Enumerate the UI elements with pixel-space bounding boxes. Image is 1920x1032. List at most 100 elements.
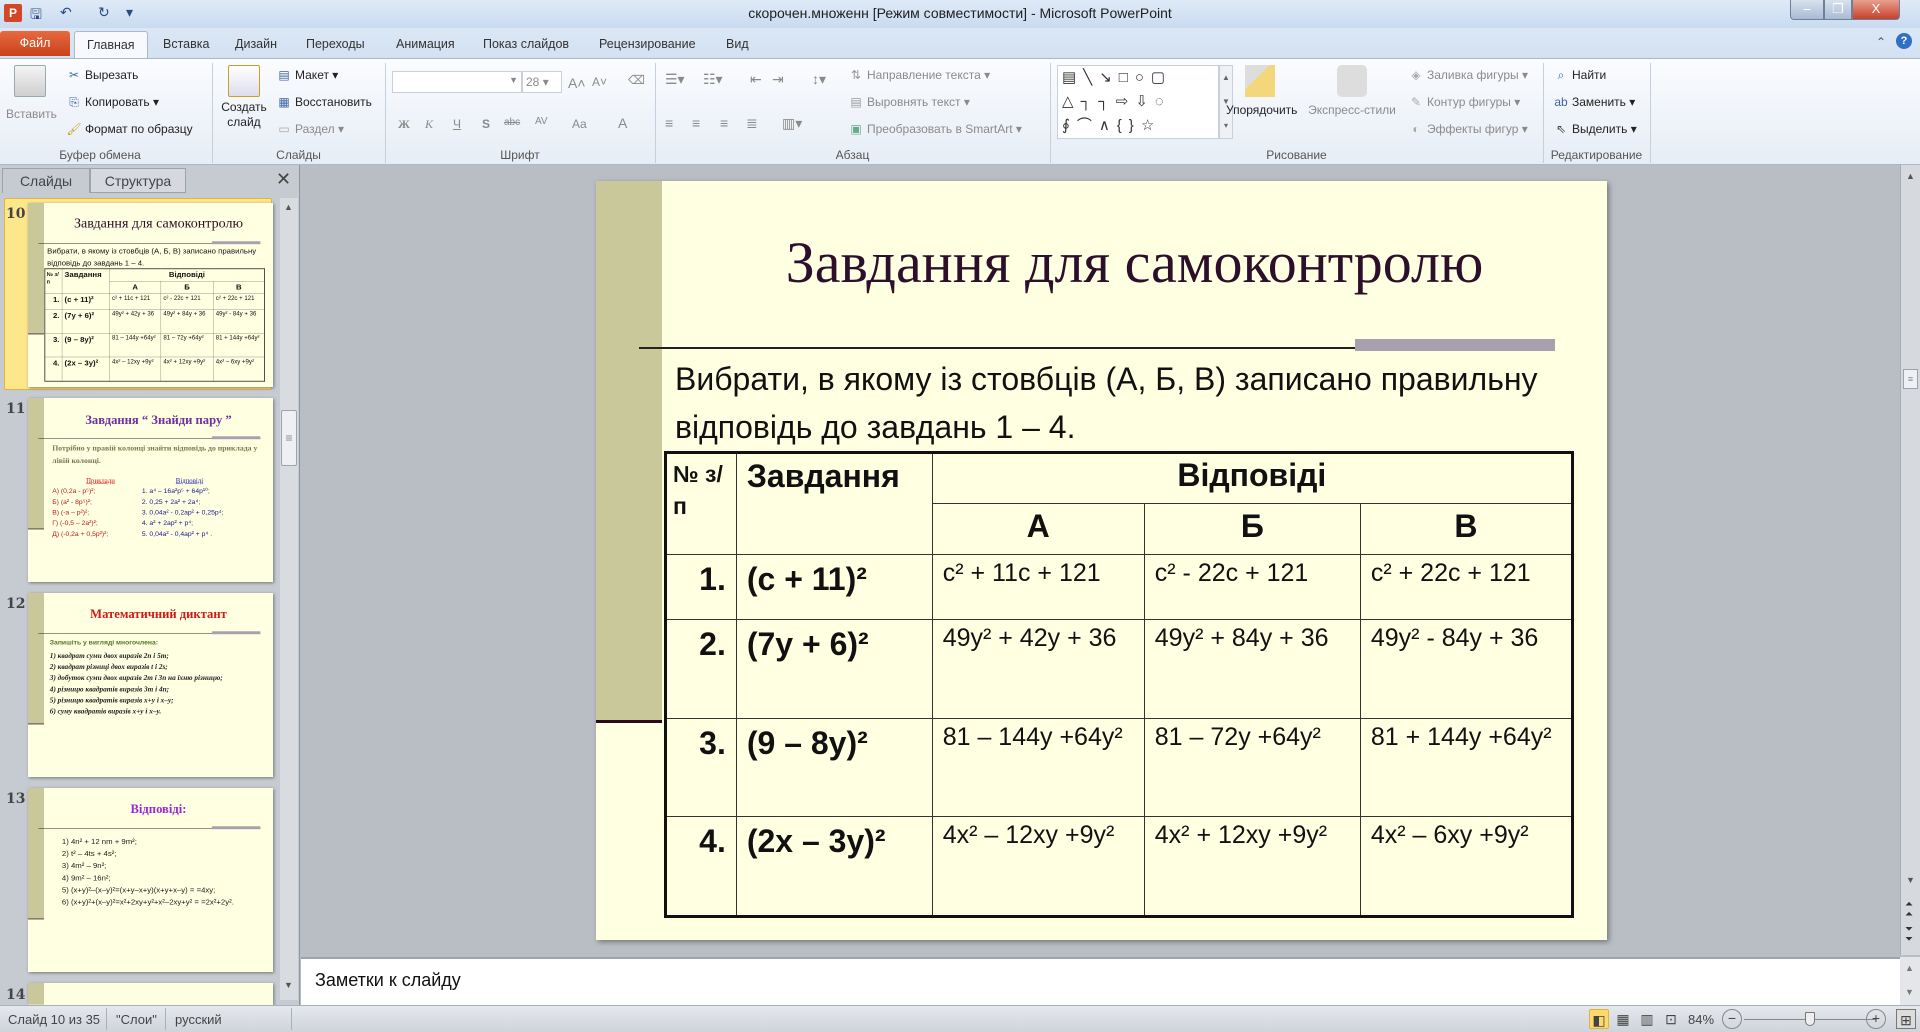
task-expression[interactable]: (c + 11)² — [61, 293, 110, 310]
help-icon[interactable]: ? — [1896, 33, 1912, 49]
shadow-button[interactable]: S — [482, 117, 490, 131]
next-slide-icon[interactable]: ⏷ ⏷ — [1905, 925, 1913, 945]
shapes-gallery[interactable]: ▤╲↘□○▢ △┐┐⇨⇩◌ ∮⌒∧{}☆ — [1057, 65, 1219, 139]
tab-file[interactable]: Файл — [0, 31, 70, 56]
reading-view-icon[interactable]: ▥ — [1637, 1009, 1657, 1029]
font-size-input[interactable]: 28 ▾ — [522, 71, 562, 93]
character-spacing-button[interactable]: AV — [535, 116, 548, 127]
answer-c[interactable]: c² + 22c + 121 — [213, 293, 265, 310]
answer-a[interactable]: c² + 11c + 121 — [109, 293, 161, 310]
scroll-down-icon[interactable]: ▼ — [1906, 875, 1915, 885]
answer-a[interactable]: 4x² – 12xy +9y² — [109, 356, 161, 382]
answer-b[interactable]: 4x² + 12xy +9y² — [160, 356, 214, 382]
find-button[interactable]: ⌕ Найти — [1553, 68, 1607, 83]
bold-button[interactable]: Ж — [398, 117, 410, 132]
decrease-indent-icon[interactable]: ⇤ — [750, 71, 762, 88]
row-number[interactable]: 3. — [665, 718, 737, 817]
fit-to-window-icon[interactable]: ⊞ — [1896, 1009, 1916, 1029]
paste-button[interactable]: Вставить — [6, 65, 57, 121]
bullets-icon[interactable]: ☰▾ — [665, 71, 685, 88]
answer-c[interactable]: 49y² - 84y + 36 — [1359, 619, 1574, 719]
task-expression[interactable]: (2x – 3y)² — [61, 356, 110, 382]
scroll-down-icon[interactable]: ▼ — [1905, 987, 1914, 997]
answer-b[interactable]: 49y² + 84y + 36 — [1143, 619, 1361, 719]
zoom-in-icon[interactable]: + — [1866, 1009, 1886, 1029]
numbering-icon[interactable]: ☷▾ — [703, 71, 723, 88]
task-expression[interactable]: (2x – 3y)² — [735, 816, 933, 917]
shrink-font-button[interactable]: A˅ — [592, 75, 607, 89]
tab-design[interactable]: Дизайн — [223, 31, 289, 58]
scroll-up-icon[interactable]: ▲ — [1906, 171, 1915, 181]
slideshow-icon[interactable]: ⊡ — [1661, 1009, 1681, 1029]
close-pane-button[interactable]: ✕ — [276, 169, 291, 190]
answer-a[interactable]: 81 – 144y +64y² — [109, 333, 161, 358]
zoom-level[interactable]: 84% — [1688, 1012, 1714, 1027]
theme-name[interactable]: "Слои" — [116, 1012, 157, 1027]
align-right-icon[interactable]: ≡ — [720, 115, 728, 131]
italic-button[interactable]: К — [425, 117, 433, 132]
grow-font-button[interactable]: A˄ — [568, 75, 586, 91]
tab-view[interactable]: Вид — [714, 31, 761, 58]
task-expression[interactable]: (7y + 6)² — [735, 619, 933, 719]
row-number[interactable]: 4. — [665, 816, 737, 917]
new-slide-button[interactable]: Создать слайд — [220, 65, 268, 130]
language[interactable]: русский — [175, 1012, 222, 1027]
answer-c[interactable]: c² + 22c + 121 — [1359, 554, 1574, 620]
zoom-out-icon[interactable]: − — [1722, 1009, 1742, 1029]
row-number[interactable]: 1. — [44, 293, 63, 310]
minimize-button[interactable]: – — [1790, 0, 1824, 20]
current-slide[interactable]: Завдання для самоконтролю Вибрати, в яко… — [596, 181, 1607, 940]
layout-button[interactable]: ▤ Макет ▾ — [276, 68, 338, 82]
row-number[interactable]: 2. — [44, 309, 63, 334]
slide-title[interactable]: Завдання для самоконтролю — [662, 229, 1607, 296]
notes-scrollbar[interactable]: ▲ ▼ — [1900, 957, 1920, 1005]
select-button[interactable]: ⇖ Выделить ▾ — [1553, 122, 1637, 136]
tab-review[interactable]: Рецензирование — [587, 31, 708, 58]
answers-table[interactable]: № з/п Завдання Відповіді А Б В 1. (c + 11… — [664, 451, 1574, 918]
answers-table[interactable]: № з/п Завдання Відповіді А Б В 1. (c + 11… — [44, 268, 265, 382]
task-expression[interactable]: (9 – 8y)² — [61, 333, 110, 358]
answer-c[interactable]: 81 + 144y +64y² — [213, 333, 265, 358]
slide-thumbnail-13[interactable]: Відповіді: 1) 4n² + 12 nm + 9m²; 2) t² – … — [28, 788, 273, 972]
replace-button[interactable]: ab Заменить ▾ — [1553, 95, 1635, 109]
answer-a[interactable]: 49y² + 42y + 36 — [931, 619, 1145, 719]
scroll-down-icon[interactable]: ▼ — [284, 980, 293, 990]
slide-thumbnail-14[interactable] — [28, 983, 273, 1005]
tab-insert[interactable]: Вставка — [151, 31, 221, 58]
answer-a[interactable]: 49y² + 42y + 36 — [109, 309, 161, 334]
change-case-button[interactable]: Aa — [572, 117, 587, 131]
font-color-button[interactable]: A — [618, 115, 627, 131]
underline-button[interactable]: Ч — [453, 117, 461, 131]
answer-b[interactable]: c² - 22c + 121 — [160, 293, 214, 310]
strikethrough-button[interactable]: abc — [504, 117, 520, 128]
tab-home[interactable]: Главная — [74, 31, 148, 58]
close-button[interactable]: X — [1852, 0, 1900, 20]
answer-b[interactable]: 81 – 72y +64y² — [160, 333, 214, 358]
slide-thumbnail-10[interactable]: Завдання для самоконтролю Вибрати, в яко… — [28, 203, 273, 387]
columns-icon[interactable]: ▥▾ — [782, 115, 802, 132]
scroll-up-icon[interactable]: ▲ — [1905, 963, 1914, 973]
slide-title[interactable]: Завдання для самоконтролю — [44, 215, 273, 231]
tab-outline[interactable]: Структура — [90, 168, 186, 193]
answer-c[interactable]: 4x² – 6xy +9y² — [1359, 816, 1574, 917]
answer-c[interactable]: 49y² - 84y + 36 — [213, 309, 265, 334]
align-text-button[interactable]: ▤ Выровнять текст ▾ — [848, 95, 970, 109]
previous-slide-icon[interactable]: ⏶ ⏶ — [1905, 900, 1913, 920]
answer-b[interactable]: 4x² + 12xy +9y² — [1143, 816, 1361, 917]
slide-thumbnail-12[interactable]: Математичний диктант Запишіть у вигляді … — [28, 593, 273, 777]
collapse-ribbon-icon[interactable]: ⌃ — [1876, 35, 1886, 49]
restore-button[interactable]: ❐ — [1824, 0, 1852, 20]
text-direction-button[interactable]: ⇅ Направление текста ▾ — [848, 68, 990, 82]
row-number[interactable]: 1. — [665, 554, 737, 620]
shape-fill-button[interactable]: ◈ Заливка фигуры ▾ — [1408, 68, 1528, 82]
convert-smartart-button[interactable]: ▣ Преобразовать в SmartArt ▾ — [848, 122, 1022, 136]
scroll-thumb[interactable]: ≡ — [1903, 369, 1918, 389]
slide-thumbnail-11[interactable]: Завдання “ Знайди пару ” Потрібно у прав… — [28, 398, 273, 582]
line-spacing-icon[interactable]: ↕▾ — [812, 71, 826, 88]
slide-subtitle[interactable]: Вибрати, в якому із стовбців (А, Б, В) з… — [47, 245, 265, 268]
zoom-slider-thumb[interactable] — [1805, 1012, 1815, 1026]
scroll-up-icon[interactable]: ▲ — [284, 202, 293, 212]
answer-c[interactable]: 4x² – 6xy +9y² — [213, 356, 265, 382]
align-center-icon[interactable]: ≡ — [692, 115, 700, 131]
answer-a[interactable]: 4x² – 12xy +9y² — [931, 816, 1145, 917]
